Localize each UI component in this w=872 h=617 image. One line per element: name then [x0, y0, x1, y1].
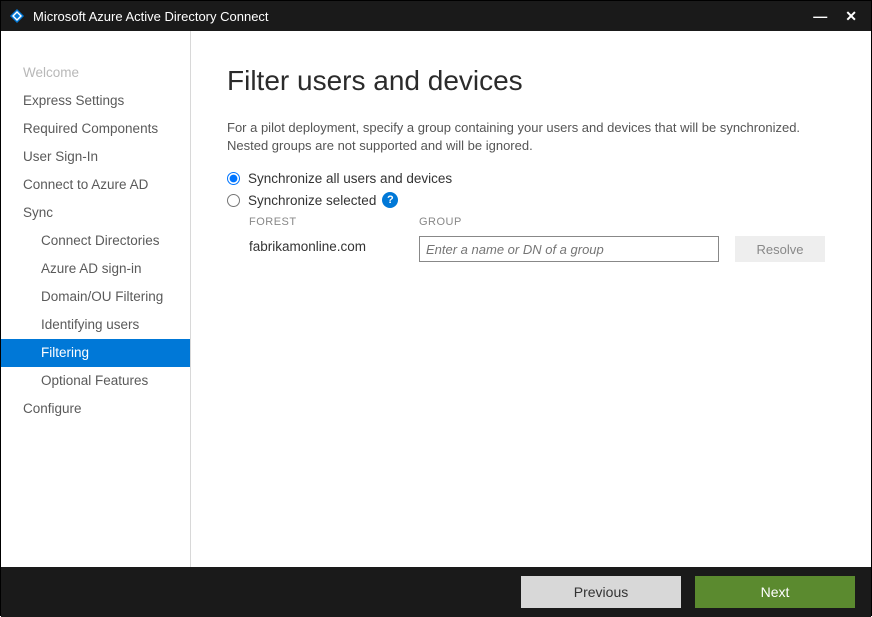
minimize-icon[interactable]: —	[813, 8, 827, 25]
previous-button[interactable]: Previous	[521, 576, 681, 608]
resolve-column-spacer	[735, 216, 825, 228]
help-icon[interactable]: ?	[382, 192, 398, 208]
sidebar-item-connect-azure-ad[interactable]: Connect to Azure AD	[1, 171, 190, 199]
sidebar-item-domain-ou-filtering[interactable]: Domain/OU Filtering	[1, 283, 190, 311]
page-title: Filter users and devices	[227, 65, 835, 97]
sidebar-item-azure-ad-sign-in[interactable]: Azure AD sign-in	[1, 255, 190, 283]
sidebar-item-express-settings[interactable]: Express Settings	[1, 87, 190, 115]
window-title: Microsoft Azure Active Directory Connect	[33, 9, 813, 24]
main-content: Filter users and devices For a pilot dep…	[191, 31, 871, 567]
sidebar-item-filtering[interactable]: Filtering	[1, 339, 190, 367]
sidebar-item-configure[interactable]: Configure	[1, 395, 190, 423]
sidebar-item-sync[interactable]: Sync	[1, 199, 190, 227]
footer: Previous Next	[1, 567, 871, 617]
forest-value: fabrikamonline.com	[249, 236, 419, 254]
sidebar-item-required-components[interactable]: Required Components	[1, 115, 190, 143]
sidebar-item-user-sign-in[interactable]: User Sign-In	[1, 143, 190, 171]
sidebar-item-connect-directories[interactable]: Connect Directories	[1, 227, 190, 255]
radio-sync-selected-input[interactable]	[227, 194, 240, 207]
filter-grid: FOREST fabrikamonline.com GROUP Resolve	[249, 216, 835, 262]
close-icon[interactable]: ✕	[845, 8, 857, 25]
sidebar-item-identifying-users[interactable]: Identifying users	[1, 311, 190, 339]
radio-sync-all-label: Synchronize all users and devices	[248, 171, 452, 186]
page-description: For a pilot deployment, specify a group …	[227, 119, 835, 155]
resolve-button[interactable]: Resolve	[735, 236, 825, 262]
window-controls: — ✕	[813, 8, 863, 25]
sidebar-item-welcome[interactable]: Welcome	[1, 59, 190, 87]
radio-sync-selected[interactable]: Synchronize selected ?	[227, 192, 835, 208]
sidebar: Welcome Express Settings Required Compon…	[1, 31, 191, 567]
sidebar-item-optional-features[interactable]: Optional Features	[1, 367, 190, 395]
group-input[interactable]	[419, 236, 719, 262]
group-column-header: GROUP	[419, 216, 719, 228]
forest-column-header: FOREST	[249, 216, 419, 228]
body: Welcome Express Settings Required Compon…	[1, 31, 871, 567]
titlebar: Microsoft Azure Active Directory Connect…	[1, 1, 871, 31]
next-button[interactable]: Next	[695, 576, 855, 608]
radio-sync-all-input[interactable]	[227, 172, 240, 185]
radio-sync-all[interactable]: Synchronize all users and devices	[227, 171, 835, 186]
radio-sync-selected-label: Synchronize selected	[248, 193, 376, 208]
azure-icon	[9, 8, 25, 24]
